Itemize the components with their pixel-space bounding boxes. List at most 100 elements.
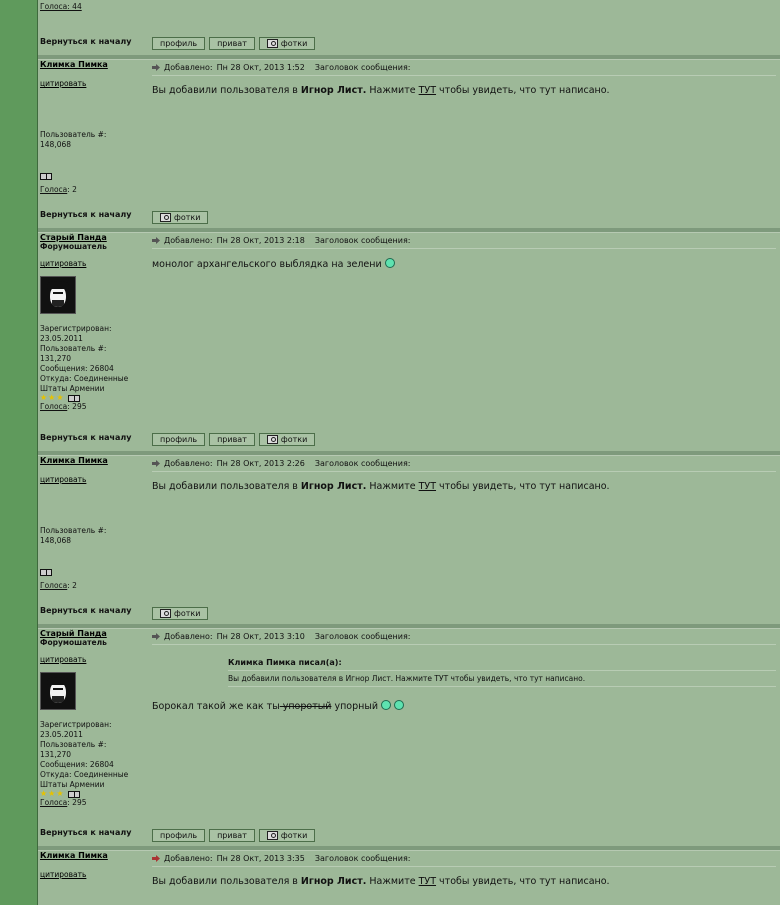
votes-link[interactable]: Голоса xyxy=(40,581,67,590)
meta-divider xyxy=(152,248,776,249)
posted-label: Добавлено: xyxy=(164,459,213,468)
votes-link[interactable]: Голоса xyxy=(40,185,67,194)
user-number: 131,270 xyxy=(40,750,72,759)
profile-button[interactable]: профиль xyxy=(152,37,206,50)
votes-link[interactable]: Голоса xyxy=(40,798,67,807)
profile-button[interactable]: профиль xyxy=(152,433,206,446)
meta-divider xyxy=(152,471,776,472)
post-date: Пн 28 Окт, 2013 1:52 xyxy=(216,63,305,72)
photos-button[interactable]: фотки xyxy=(258,829,316,842)
post-arrow-icon[interactable] xyxy=(152,633,160,640)
quote-text: Вы добавили пользователя в Игнор Лист. Н… xyxy=(228,674,586,683)
camera-icon xyxy=(266,435,278,444)
pm-button-label: приват xyxy=(217,435,247,444)
meta-divider xyxy=(152,644,776,645)
profile-button-label: профиль xyxy=(160,831,198,840)
votes-link[interactable]: Голоса: 44 xyxy=(40,2,82,11)
author-name[interactable]: Климка Пимка xyxy=(40,851,148,860)
photos-button-label: фотки xyxy=(174,609,201,618)
quote-link[interactable]: цитировать xyxy=(40,655,86,664)
post-arrow-icon[interactable] xyxy=(152,460,160,467)
photos-button-label: фотки xyxy=(280,831,308,840)
pm-button[interactable]: приват xyxy=(209,433,255,446)
pm-button[interactable]: приват xyxy=(209,829,255,842)
quote-link[interactable]: цитировать xyxy=(40,259,86,268)
photos-button[interactable]: фотки xyxy=(152,607,209,620)
post-author-panel: Климка Пимка цитировать Пользователь #: … xyxy=(40,456,148,591)
post: Климка Пимка цитировать Пользователь #: … xyxy=(38,456,780,606)
post-actions: профиль приват фотки xyxy=(152,37,316,50)
pm-icon[interactable] xyxy=(67,790,80,798)
votes-count: : 295 xyxy=(67,798,87,807)
registered-date: 23.05.2011 xyxy=(40,730,83,739)
star-icon: ★ xyxy=(56,789,64,798)
pm-button[interactable]: приват xyxy=(209,37,255,50)
registered-label: Зарегистрирован: xyxy=(40,324,112,333)
post-arrow-icon[interactable] xyxy=(152,237,160,244)
back-to-top-link[interactable]: Вернуться к началу xyxy=(40,433,131,442)
votes-line: Голоса: 44 xyxy=(40,2,82,12)
photos-button[interactable]: фотки xyxy=(152,211,209,224)
post: Климка Пимка цитировать Добавлено: Пн 28… xyxy=(38,851,780,905)
quote-link[interactable]: цитировать xyxy=(40,79,86,88)
camera-icon xyxy=(266,39,278,48)
photos-button[interactable]: фотки xyxy=(258,433,316,446)
post-meta: Добавлено: Пн 28 Окт, 2013 2:26 Заголово… xyxy=(152,459,776,468)
show-link[interactable]: ТУТ xyxy=(419,85,436,96)
posted-label: Добавлено: xyxy=(164,632,213,641)
post-date: Пн 28 Окт, 2013 3:35 xyxy=(216,854,305,863)
posted-label: Добавлено: xyxy=(164,236,213,245)
star-icon: ★ xyxy=(56,393,64,402)
subject-label: Заголовок сообщения: xyxy=(314,459,411,468)
posted-label: Добавлено: xyxy=(164,63,213,72)
smiley-icon xyxy=(394,700,405,710)
author-name[interactable]: Старый Панда xyxy=(40,233,148,242)
post: Старый Панда Форумошатель цитировать Зар… xyxy=(38,233,780,433)
post-content: Добавлено: Пн 28 Окт, 2013 2:18 Заголово… xyxy=(152,236,776,271)
star-icon: ★ xyxy=(40,393,48,402)
post-message: монолог архангельского выблядка на зелен… xyxy=(152,258,776,271)
show-link[interactable]: ТУТ xyxy=(419,876,436,887)
post-author-panel: Старый Панда Форумошатель цитировать Зар… xyxy=(40,233,148,412)
post-message: Вы добавили пользователя в Игнор Лист. Н… xyxy=(152,85,610,96)
star-icon: ★ xyxy=(48,789,56,798)
post-content: Добавлено: Пн 28 Окт, 2013 2:26 Заголово… xyxy=(152,459,776,493)
post-date: Пн 28 Окт, 2013 2:18 xyxy=(216,236,305,245)
profile-button-label: профиль xyxy=(160,39,198,48)
camera-icon xyxy=(160,213,171,222)
post-message: Борокал такой же как ты упоротый упорный xyxy=(152,700,405,713)
post-author-panel: Климка Пимка цитировать Пользователь #: … xyxy=(40,60,148,195)
location: Откуда: Соединенные Штаты Армении xyxy=(40,770,129,789)
back-to-top-link[interactable]: Вернуться к началу xyxy=(40,828,131,837)
author-name[interactable]: Климка Пимка xyxy=(40,456,148,465)
star-icon: ★ xyxy=(48,393,56,402)
votes-link[interactable]: Голоса xyxy=(40,402,67,411)
quote-link[interactable]: цитировать xyxy=(40,870,86,879)
show-link[interactable]: ТУТ xyxy=(419,481,436,492)
back-to-top-link[interactable]: Вернуться к началу xyxy=(40,37,131,46)
author-name[interactable]: Старый Панда xyxy=(40,629,148,638)
photos-button-label: фотки xyxy=(174,213,201,222)
post-meta: Добавлено: Пн 28 Окт, 2013 2:18 Заголово… xyxy=(152,236,776,245)
back-to-top-link[interactable]: Вернуться к началу xyxy=(40,210,131,219)
rank-stars: ★ ★ ★ xyxy=(40,394,148,402)
post-arrow-icon[interactable] xyxy=(152,855,160,862)
votes-line: Голоса: 295 xyxy=(40,402,148,412)
post-author-panel: Старый Панда Форумошатель цитировать Зар… xyxy=(40,629,148,808)
pm-icon[interactable] xyxy=(40,569,52,576)
back-to-top-link[interactable]: Вернуться к началу xyxy=(40,606,131,615)
votes-line: Голоса: 2 xyxy=(40,185,148,195)
author-name[interactable]: Климка Пимка xyxy=(40,60,148,69)
post-message: Вы добавили пользователя в Игнор Лист. Н… xyxy=(152,876,610,887)
pm-icon[interactable] xyxy=(67,394,80,402)
user-number: 148,068 xyxy=(40,140,72,149)
user-number-label: Пользователь #: xyxy=(40,344,107,353)
photos-button[interactable]: фотки xyxy=(258,37,316,50)
post-arrow-icon[interactable] xyxy=(152,64,160,71)
author-rank: Форумошатель xyxy=(40,242,107,251)
pm-icon[interactable] xyxy=(40,173,52,180)
quote-link[interactable]: цитировать xyxy=(40,475,86,484)
forum-thread: Голоса: 44 Вернуться к началу профиль пр… xyxy=(38,0,780,905)
profile-button[interactable]: профиль xyxy=(152,829,206,842)
camera-icon xyxy=(160,609,171,618)
